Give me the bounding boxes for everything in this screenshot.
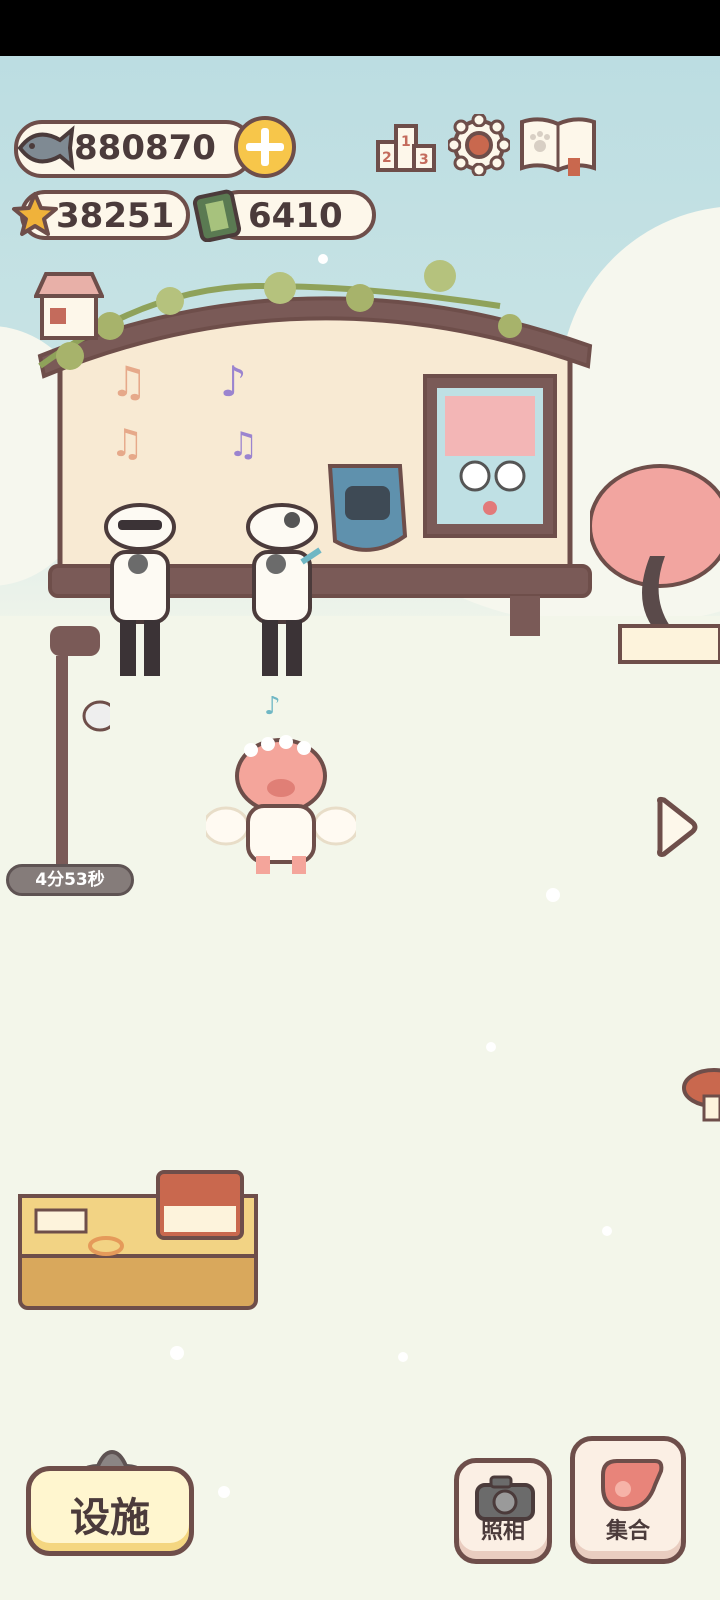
star-count: 38251 xyxy=(56,196,175,236)
facility-button[interactable]: 设施 xyxy=(26,1466,194,1556)
gather-button[interactable]: 集合 xyxy=(570,1436,686,1564)
star-icon xyxy=(12,192,58,236)
snowflake xyxy=(398,1352,408,1362)
snowflake xyxy=(218,1486,230,1498)
shop-icon[interactable] xyxy=(34,270,104,342)
status-bar xyxy=(0,0,720,56)
photo-label: 照相 xyxy=(480,1519,525,1544)
svg-text:♪: ♪ xyxy=(264,696,281,721)
mushroom-decoration xyxy=(682,1068,720,1122)
podium-icon[interactable]: 2 1 3 xyxy=(374,116,438,176)
lamp-post xyxy=(50,626,110,896)
svg-text:♫: ♫ xyxy=(228,425,258,465)
facility-label: 设施 xyxy=(70,1495,150,1541)
snowflake xyxy=(546,888,560,902)
pig-angel-character[interactable]: ♪ xyxy=(206,696,356,886)
svg-text:♪: ♪ xyxy=(220,357,247,406)
countdown-timer: 4分53秒 xyxy=(6,864,134,896)
battery-icon xyxy=(192,189,242,242)
photo-button[interactable]: 照相 xyxy=(454,1458,552,1564)
plus-icon[interactable] xyxy=(232,114,298,180)
fish-icon xyxy=(17,125,75,171)
svg-text:2: 2 xyxy=(382,150,392,166)
next-area-arrow-icon[interactable] xyxy=(654,796,698,858)
snowflake xyxy=(602,1226,612,1236)
snowflake xyxy=(486,1042,496,1052)
snowflake xyxy=(170,1346,184,1360)
svg-text:♫: ♫ xyxy=(110,357,148,406)
game-scene[interactable]: ♫ ♫ ♪ ♫ ♪ 880870 38251 6410 2 1 3 4分53秒 … xyxy=(0,56,720,1600)
whistle-icon xyxy=(601,1459,664,1512)
svg-text:1: 1 xyxy=(401,134,411,150)
svg-text:3: 3 xyxy=(419,152,429,168)
dog-singer-right[interactable] xyxy=(232,492,332,692)
battery-count: 6410 xyxy=(248,196,343,236)
paw-book-icon[interactable] xyxy=(518,114,598,178)
cherry-tree[interactable] xyxy=(590,436,720,706)
wooden-table[interactable] xyxy=(16,1166,260,1326)
fish-count: 880870 xyxy=(74,128,216,168)
svg-text:♫: ♫ xyxy=(110,421,144,465)
gear-icon[interactable] xyxy=(448,114,510,176)
gather-label: 集合 xyxy=(605,1519,650,1544)
